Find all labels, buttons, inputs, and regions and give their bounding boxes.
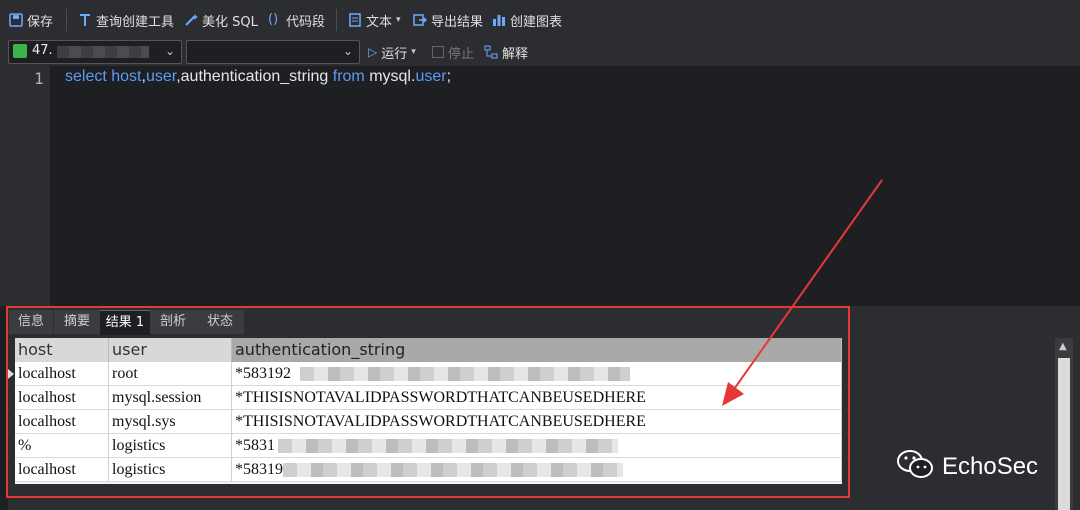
wechat-icon: [896, 448, 934, 487]
stop-button[interactable]: 停止: [432, 42, 474, 62]
annotation-arrow: [722, 179, 883, 406]
connection-icon: [13, 44, 27, 58]
query-builder-icon: [78, 13, 92, 27]
magic-wand-icon: [184, 13, 198, 27]
sql-text: mysql.: [369, 68, 416, 85]
scroll-up-icon[interactable]: ▲: [1059, 341, 1067, 352]
query-builder-button[interactable]: 查询创建工具: [78, 10, 174, 30]
sql-keyword: user: [145, 68, 177, 85]
play-icon: ▷: [368, 45, 378, 59]
document-icon: [348, 13, 362, 27]
connection-select[interactable]: 47. ⌄: [8, 40, 182, 64]
explain-label: 解释: [502, 46, 529, 62]
snippet-button[interactable]: () 代码段: [268, 10, 325, 30]
line-number: 1: [34, 69, 44, 88]
bar-chart-icon: [492, 13, 506, 27]
scrollbar-thumb[interactable]: [1058, 358, 1070, 510]
stop-icon: [432, 46, 444, 58]
save-button[interactable]: 保存: [9, 10, 53, 30]
export-icon: [413, 13, 428, 27]
export-results-button[interactable]: 导出结果: [413, 10, 483, 30]
export-results-label: 导出结果: [431, 14, 484, 30]
sql-keyword: select: [65, 68, 112, 85]
explain-icon: [484, 45, 498, 59]
create-chart-label: 创建图表: [510, 14, 563, 30]
redacted-host: [57, 46, 149, 58]
run-button[interactable]: ▷ 运行 ▾: [368, 42, 416, 62]
toolbar-divider: [66, 9, 67, 31]
sql-code-line[interactable]: select host,user,authentication_string f…: [65, 68, 451, 86]
database-select[interactable]: ⌄: [186, 40, 360, 64]
run-label: 运行: [381, 46, 408, 62]
snippet-label: 代码段: [286, 14, 326, 30]
toolbar-divider: [336, 9, 337, 31]
dropdown-caret-icon: ▾: [411, 47, 416, 57]
braces-icon: (): [268, 12, 279, 27]
sql-keyword: host: [111, 68, 142, 85]
dropdown-caret-icon: ▾: [396, 15, 401, 25]
beautify-sql-label: 美化 SQL: [202, 14, 258, 30]
save-label: 保存: [27, 14, 54, 30]
text-mode-label: 文本: [366, 14, 393, 30]
chevron-down-icon: ⌄: [164, 44, 175, 58]
sql-keyword: user: [415, 68, 447, 85]
sql-text: ;: [446, 68, 452, 85]
stop-label: 停止: [448, 46, 475, 62]
sql-keyword: from: [332, 68, 370, 85]
create-chart-button[interactable]: 创建图表: [492, 10, 562, 30]
connection-name: 47.: [32, 43, 53, 58]
save-icon: [9, 13, 23, 27]
explain-button[interactable]: 解释: [484, 42, 528, 62]
vertical-scrollbar[interactable]: ▲: [1055, 338, 1073, 510]
chevron-down-icon: ⌄: [342, 44, 353, 58]
watermark-text: EchoSec: [942, 453, 1039, 480]
sql-text: ,authentication_string: [176, 68, 333, 85]
watermark: EchoSec: [896, 448, 1039, 487]
query-builder-label: 查询创建工具: [96, 14, 175, 30]
text-mode-button[interactable]: 文本 ▾: [348, 10, 401, 30]
editor-gutter: [0, 66, 50, 306]
sql-editor[interactable]: [50, 66, 1080, 306]
beautify-sql-button[interactable]: 美化 SQL: [184, 10, 258, 30]
